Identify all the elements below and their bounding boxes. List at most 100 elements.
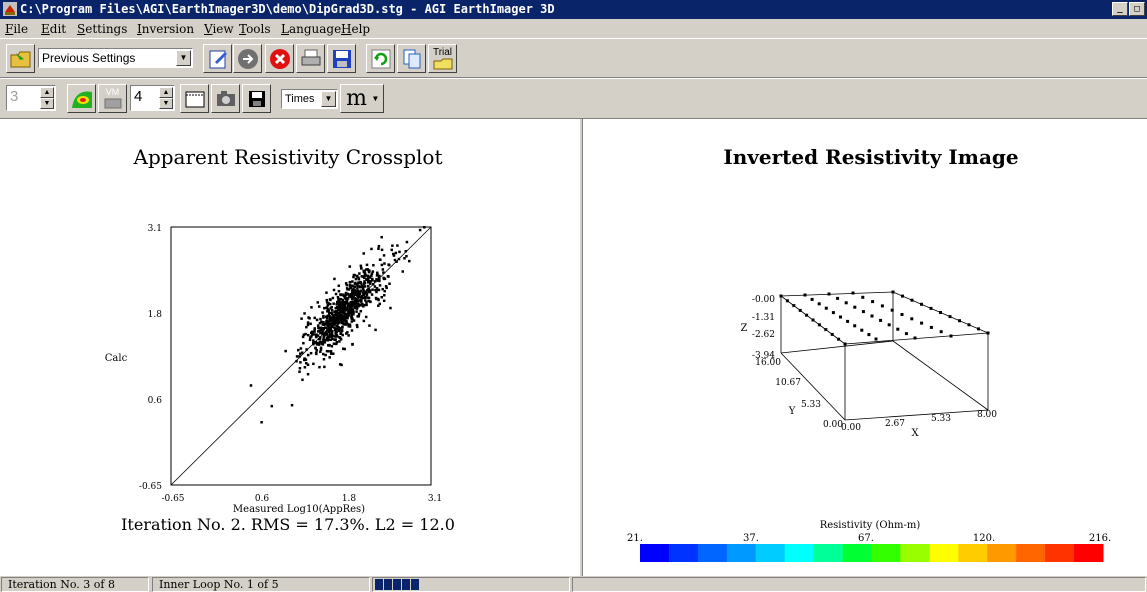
scatter-point xyxy=(368,269,371,273)
scatter-point xyxy=(362,319,366,323)
scatter-point xyxy=(349,301,353,304)
scatter-point xyxy=(403,257,406,260)
spin-up-icon[interactable]: ▲ xyxy=(40,87,54,98)
scatter-point xyxy=(368,324,371,327)
progress-block xyxy=(375,579,383,590)
scatter-point xyxy=(306,353,310,357)
chevron-down-icon[interactable]: ▼ xyxy=(321,91,336,107)
trial-button[interactable]: Trial xyxy=(428,44,457,73)
settings-select[interactable]: Previous Settings ▼ xyxy=(38,48,193,68)
scatter-point xyxy=(332,342,336,345)
scatter-point xyxy=(387,263,391,267)
scatter-point xyxy=(319,336,322,339)
camera-button[interactable] xyxy=(211,84,240,113)
scatter-point xyxy=(295,359,298,363)
scatter-point xyxy=(382,299,386,303)
scatter-point xyxy=(363,296,367,300)
scatter-point xyxy=(361,286,364,289)
scatter-point xyxy=(356,287,359,290)
spin-down-icon[interactable]: ▼ xyxy=(159,98,173,109)
electrode-point xyxy=(827,292,831,296)
scatter-point xyxy=(366,284,370,288)
forward-button[interactable] xyxy=(233,44,262,73)
colorbar-swatch xyxy=(871,544,901,562)
scatter-point xyxy=(306,372,310,376)
electrode-point xyxy=(831,311,835,315)
scatter-point xyxy=(365,303,368,307)
minimize-button[interactable]: _ xyxy=(1112,2,1128,16)
edit-settings-button[interactable] xyxy=(203,44,232,73)
electrode-point xyxy=(836,296,840,300)
copy-button[interactable] xyxy=(397,44,426,73)
scatter-point xyxy=(355,310,358,313)
crossplot-svg: Apparent Resistivity Crossplot 3.1 1.8 0… xyxy=(105,145,455,534)
chevron-down-icon[interactable]: ▼ xyxy=(176,50,191,66)
resistivity-title: Inverted Resistivity Image xyxy=(723,145,1018,169)
vm-button[interactable]: VM xyxy=(98,84,127,113)
electrode-point xyxy=(949,334,953,338)
electrode-point xyxy=(901,294,904,298)
electrode-point xyxy=(904,332,908,336)
contour-spinner-value: 4 xyxy=(134,88,143,105)
scatter-point xyxy=(347,334,350,337)
colorbar-swatch xyxy=(958,544,988,562)
scatter-point xyxy=(313,328,316,332)
font-select[interactable]: Times ▼ xyxy=(281,89,338,109)
scatter-point xyxy=(346,297,350,300)
save-image-button[interactable] xyxy=(242,84,271,113)
open-button[interactable] xyxy=(6,44,35,73)
spin-down-icon[interactable]: ▼ xyxy=(40,98,54,109)
font-size-button[interactable]: m ▼ xyxy=(340,84,384,113)
electrode-point xyxy=(824,328,828,332)
scatter-point xyxy=(315,318,319,322)
scatter-point xyxy=(381,287,384,291)
menu-item-file[interactable]: File xyxy=(5,22,28,36)
title-bar: C:\Program Files\AGI\EarthImager3D\demo\… xyxy=(0,0,1147,19)
refresh-button[interactable] xyxy=(366,44,395,73)
iteration-summary: Iteration No. 2. RMS = 17.3%. L2 = 12.0 xyxy=(121,515,455,534)
menu-item-language[interactable]: Language xyxy=(281,22,341,36)
stop-button[interactable] xyxy=(265,44,294,73)
scatter-point xyxy=(352,311,355,314)
scatter-point xyxy=(357,277,361,281)
menu-item-inversion[interactable]: Inversion xyxy=(137,22,194,36)
scatter-point xyxy=(372,282,375,286)
scatter-point xyxy=(332,321,335,324)
scatter-point xyxy=(353,282,357,286)
menu-item-tools[interactable]: Tools xyxy=(239,22,271,36)
trial-icon xyxy=(433,58,452,69)
maximize-button[interactable]: □ xyxy=(1129,2,1145,16)
scatter-point xyxy=(330,345,334,348)
open-folder-icon xyxy=(10,51,30,67)
scatter-point xyxy=(303,358,306,362)
scatter-point xyxy=(303,366,307,369)
save-button[interactable] xyxy=(327,44,356,73)
iteration-spinner[interactable]: 3 ▲ ▼ xyxy=(6,85,56,111)
menu-item-view[interactable]: View xyxy=(204,22,234,36)
scatter-point xyxy=(355,306,358,310)
electrode-point xyxy=(860,328,864,332)
crossplot-title: Apparent Resistivity Crossplot xyxy=(133,145,443,169)
toolbar-main: Previous Settings ▼ Trial xyxy=(0,38,1147,78)
electrode-point xyxy=(929,306,933,310)
spin-up-icon[interactable]: ▲ xyxy=(159,87,173,98)
scatter-point xyxy=(320,329,323,332)
color-map-button[interactable] xyxy=(67,84,96,113)
menu-item-settings[interactable]: Settings xyxy=(77,22,127,36)
scatter-point xyxy=(328,332,332,336)
scatter-point xyxy=(328,302,332,306)
grid-button[interactable] xyxy=(180,84,209,113)
menu-item-edit[interactable]: Edit xyxy=(41,22,66,36)
x-axis-label: Measured Log10(AppRes) xyxy=(233,504,365,515)
scatter-point xyxy=(325,291,328,294)
menu-item-help[interactable]: Help xyxy=(341,22,370,36)
colorbar-swatch xyxy=(929,544,959,562)
scatter-point xyxy=(351,288,355,291)
contour-spinner[interactable]: 4 ▲ ▼ xyxy=(130,85,175,111)
scatter-point xyxy=(334,316,337,319)
print-button[interactable] xyxy=(296,44,325,73)
scatter-point xyxy=(350,320,354,323)
scatter-point xyxy=(371,270,375,273)
scatter-point xyxy=(359,289,362,293)
scatter-point xyxy=(418,228,422,232)
